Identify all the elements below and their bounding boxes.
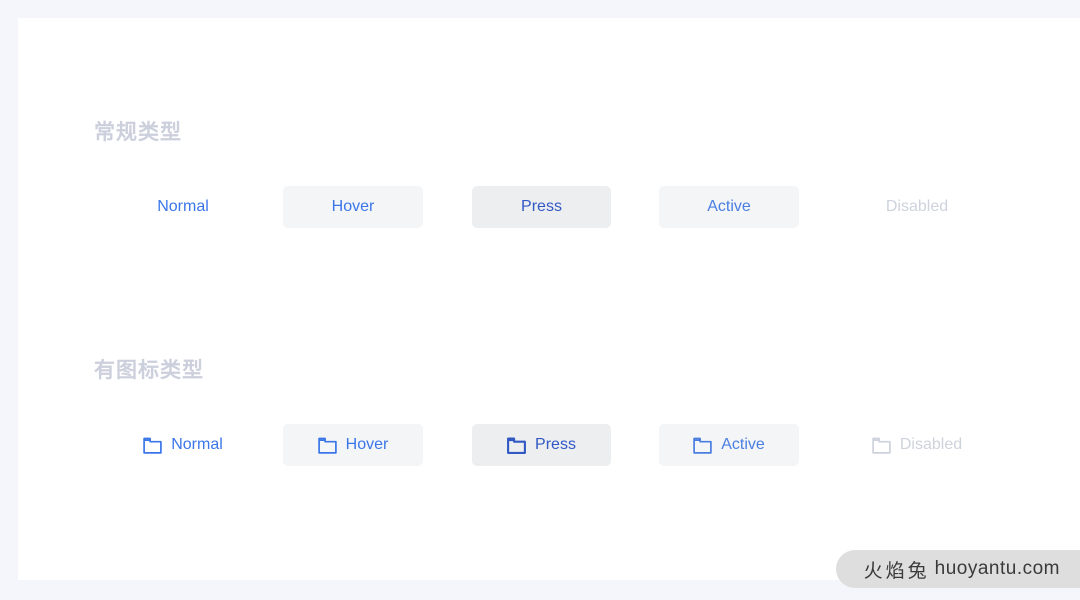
section-normal-type: 常规类型 Normal Hover Press Active Disabled	[18, 118, 1080, 228]
button-label: Active	[721, 436, 765, 453]
section-icon-type: 有图标类型 Normal Hover Press Active Disabled	[18, 356, 1080, 466]
button-normal-disabled: Disabled	[847, 186, 987, 228]
section-title-icon: 有图标类型	[94, 359, 204, 382]
button-icon-hover[interactable]: Hover	[283, 424, 423, 466]
folder-icon	[872, 437, 891, 454]
folder-icon	[693, 437, 712, 454]
watermark-cn-text: 火焰兔	[863, 560, 930, 582]
folder-icon	[143, 437, 162, 454]
preview-card: 常规类型 Normal Hover Press Active Disabled …	[18, 18, 1080, 580]
button-label: Normal	[157, 198, 209, 215]
button-label: Press	[521, 198, 562, 215]
button-row-normal: Normal Hover Press Active Disabled	[18, 186, 1080, 228]
button-label: Hover	[345, 436, 389, 453]
button-normal-normal[interactable]: Normal	[113, 186, 253, 228]
button-icon-normal[interactable]: Normal	[113, 424, 253, 466]
button-normal-hover[interactable]: Hover	[283, 186, 423, 228]
folder-icon	[507, 437, 526, 454]
button-label: Hover	[331, 198, 375, 215]
button-icon-press[interactable]: Press	[472, 424, 611, 466]
button-label: Disabled	[885, 198, 949, 215]
button-normal-press[interactable]: Press	[472, 186, 611, 228]
button-icon-active[interactable]: Active	[659, 424, 799, 466]
button-label: Active	[707, 198, 751, 215]
watermark: 火焰兔 huoyantu.com	[835, 550, 1080, 588]
button-row-icon: Normal Hover Press Active Disabled	[18, 424, 1080, 466]
button-label: Press	[535, 436, 576, 453]
section-title-normal: 常规类型	[94, 121, 182, 144]
button-label: Disabled	[899, 436, 963, 453]
button-normal-active[interactable]: Active	[659, 186, 799, 228]
button-label: Normal	[171, 436, 223, 453]
watermark-url-text: huoyantu.com	[934, 558, 1060, 579]
folder-icon	[318, 437, 337, 454]
button-icon-disabled: Disabled	[847, 424, 987, 466]
